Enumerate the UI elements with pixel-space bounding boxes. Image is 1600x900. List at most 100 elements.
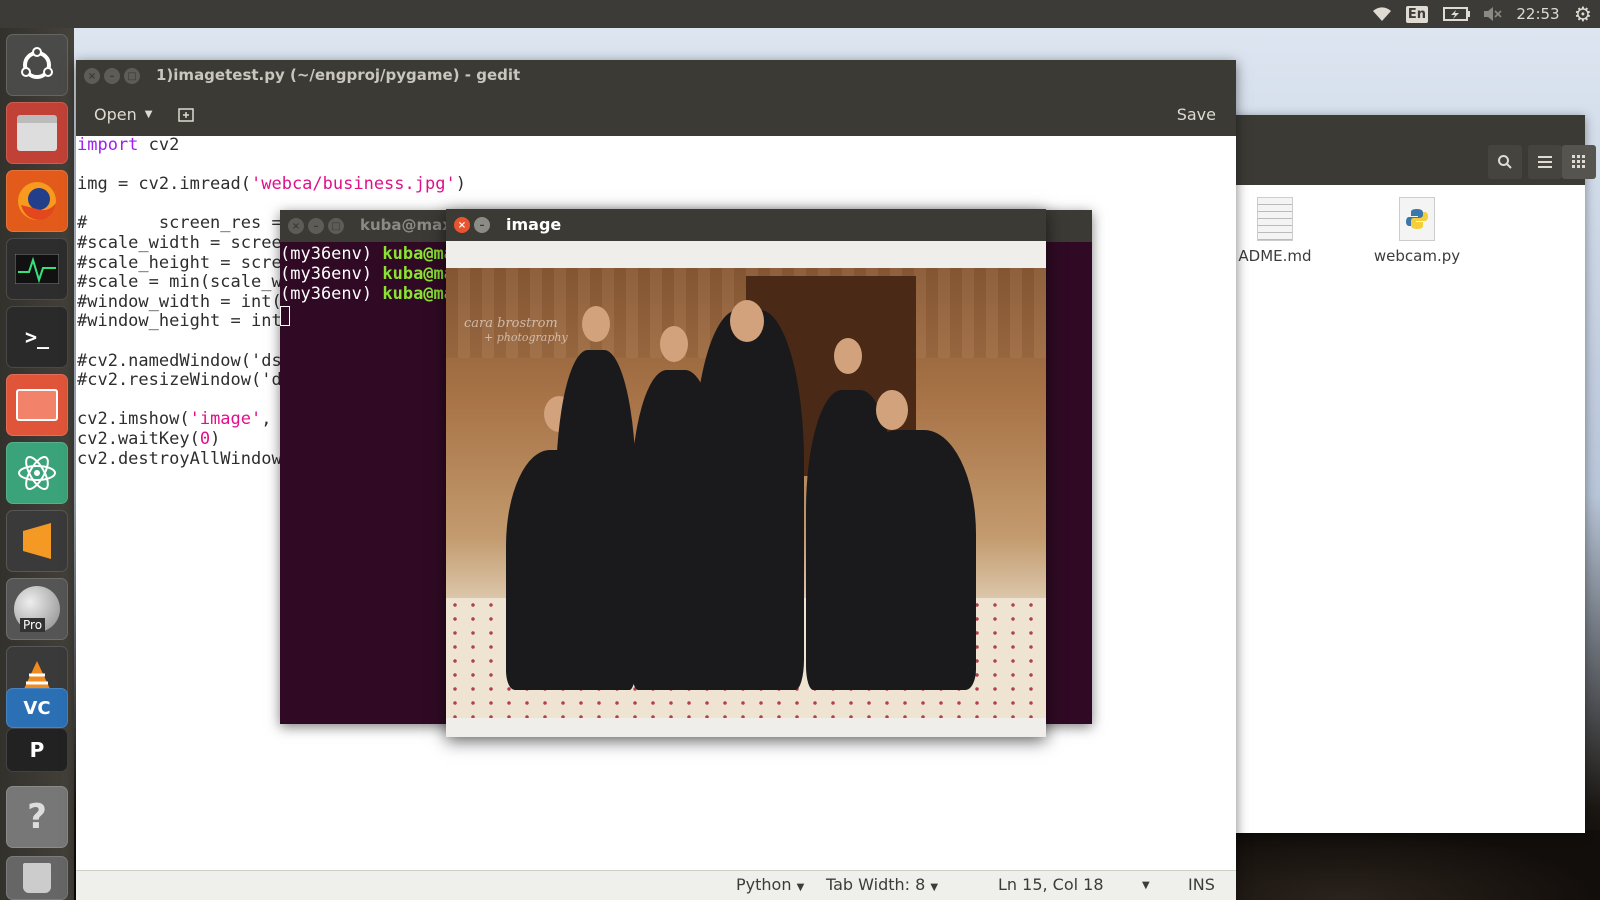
code-line-3: img = cv2.imread('webca/business.jpg') [77, 174, 1235, 195]
launcher: >_ Pro VC P ? [0, 28, 74, 900]
image-window: × – image cara brostrom + photography [446, 209, 1046, 737]
terminal-window-title: kuba@max [360, 216, 452, 234]
code-text: ) [210, 428, 221, 449]
help-icon[interactable]: ? [6, 786, 68, 848]
prompt-user: kuba@ma [382, 244, 455, 264]
keyword: import [77, 135, 139, 155]
chevron-down-icon[interactable]: ▼ [1142, 880, 1150, 891]
pycharm-icon[interactable]: P [6, 728, 68, 772]
person-head [876, 390, 908, 430]
gedit-headerbar: Open ▼ Save [76, 92, 1236, 136]
gedit-statusbar: Python ▼ Tab Width: 8 ▼ Ln 15, Col 18 ▼ … [76, 870, 1236, 900]
keyboard-layout-label: En [1405, 5, 1429, 23]
language-label: Python [736, 875, 792, 894]
code-text: ) [455, 174, 466, 195]
chevron-down-icon: ▼ [930, 882, 939, 893]
vscode-icon[interactable]: VC [6, 688, 68, 728]
code-line-1: import cv2 [77, 135, 1235, 156]
wifi-icon[interactable] [1368, 0, 1396, 28]
python-file-icon [1399, 197, 1435, 241]
person-seated-right [846, 430, 976, 690]
business-photo: cara brostrom + photography [446, 268, 1046, 718]
string-literal: 'webca/business.jpg' [251, 174, 456, 195]
cursor-position-label: Ln 15, Col 18 [998, 875, 1104, 894]
watermark-line: cara brostrom [464, 316, 558, 331]
maximize-icon[interactable]: □ [124, 68, 140, 84]
files-folder-icon[interactable] [6, 374, 68, 436]
watermark-line: + photography [484, 331, 568, 344]
save-button[interactable]: Save [1171, 99, 1222, 129]
image-window-title: image [506, 215, 562, 234]
save-label: Save [1176, 104, 1216, 124]
settings-gear-icon[interactable]: ⚙ [1570, 0, 1596, 28]
person-head [582, 306, 610, 342]
volume-mute-icon[interactable] [1478, 0, 1506, 28]
cursor-position-selector[interactable]: Ln 15, Col 18 [998, 875, 1104, 894]
atom-icon[interactable] [6, 442, 68, 504]
photo-watermark: cara brostrom + photography [464, 316, 568, 344]
person-standing [556, 350, 636, 690]
text-file-icon [1257, 197, 1293, 241]
language-selector[interactable]: Python ▼ [736, 875, 804, 894]
minimize-icon[interactable]: – [308, 218, 324, 234]
sublime-text-icon[interactable] [6, 510, 68, 572]
code-text: cv2.waitKey( [77, 428, 200, 449]
person-standing-center [694, 310, 804, 690]
google-earth-badge: Pro [20, 618, 46, 632]
string-literal: 'image' [189, 409, 262, 430]
open-button[interactable]: Open ▼ [84, 99, 162, 129]
person-head [730, 300, 764, 342]
prompt-user: kuba@ma [382, 264, 455, 284]
maximize-icon[interactable]: □ [328, 218, 344, 234]
file-name: webcam.py [1373, 247, 1461, 265]
tab-width-label: Tab Width: 8 [826, 875, 926, 894]
battery-icon[interactable] [1440, 0, 1474, 28]
code-text: img = cv2.imread( [77, 174, 251, 195]
prompt-user: kuba@ma [382, 284, 455, 304]
prompt-env: (my36env) [280, 244, 383, 264]
person-head [834, 338, 862, 374]
top-panel: En 22:53 ⚙ [0, 0, 1600, 28]
prompt-env: (my36env) [280, 264, 383, 284]
ubuntu-dash-icon[interactable] [6, 34, 68, 96]
close-icon[interactable]: × [84, 68, 100, 84]
close-icon[interactable]: × [288, 218, 304, 234]
trash-icon[interactable] [6, 856, 68, 900]
terminal-line: (my36env) kuba@ma [280, 244, 454, 264]
google-earth-pro-icon[interactable]: Pro [6, 578, 68, 640]
list-view-icon[interactable] [1528, 145, 1562, 179]
files-search-icon[interactable] [1488, 145, 1522, 179]
file-name: ADME.md [1238, 247, 1312, 265]
new-tab-button[interactable] [170, 99, 202, 129]
file-item-webcam[interactable]: webcam.py [1352, 197, 1482, 265]
close-icon[interactable]: × [454, 217, 470, 233]
keyboard-layout-icon[interactable]: En [1404, 0, 1430, 28]
open-label: Open [94, 104, 137, 124]
files-cabinet-icon[interactable] [6, 102, 68, 164]
chevron-down-icon: ▼ [144, 108, 153, 120]
firefox-icon[interactable] [6, 170, 68, 232]
prompt-env: (my36env) [280, 284, 383, 304]
new-document-icon [178, 108, 194, 122]
terminal-line: (my36env) kuba@ma [280, 264, 454, 284]
image-titlebar[interactable]: × – image [446, 209, 1046, 241]
terminal-line: (my36env) kuba@ma [280, 284, 454, 304]
gedit-titlebar[interactable]: × – □ 1)imagetest.py (~/engproj/pygame) … [76, 60, 1236, 92]
terminal-cursor [280, 306, 290, 326]
chevron-down-icon: ▼ [796, 882, 805, 893]
person-head [660, 326, 688, 362]
insert-mode-label: INS [1188, 875, 1215, 894]
terminal-icon[interactable]: >_ [6, 306, 68, 368]
code-text: cv2 [138, 135, 180, 155]
minimize-icon[interactable]: – [104, 68, 120, 84]
clock[interactable]: 22:53 [1514, 0, 1562, 28]
grid-view-icon[interactable] [1562, 145, 1596, 179]
minimize-icon[interactable]: – [474, 217, 490, 233]
code-text: cv2.imshow( [77, 409, 190, 430]
number-literal: 0 [199, 428, 211, 449]
gedit-window-title: 1)imagetest.py (~/engproj/pygame) - gedi… [156, 66, 521, 84]
desktop-wallpaper-trees [1236, 830, 1600, 900]
tab-width-selector[interactable]: Tab Width: 8 ▼ [826, 875, 938, 894]
system-monitor-icon[interactable] [6, 238, 68, 300]
